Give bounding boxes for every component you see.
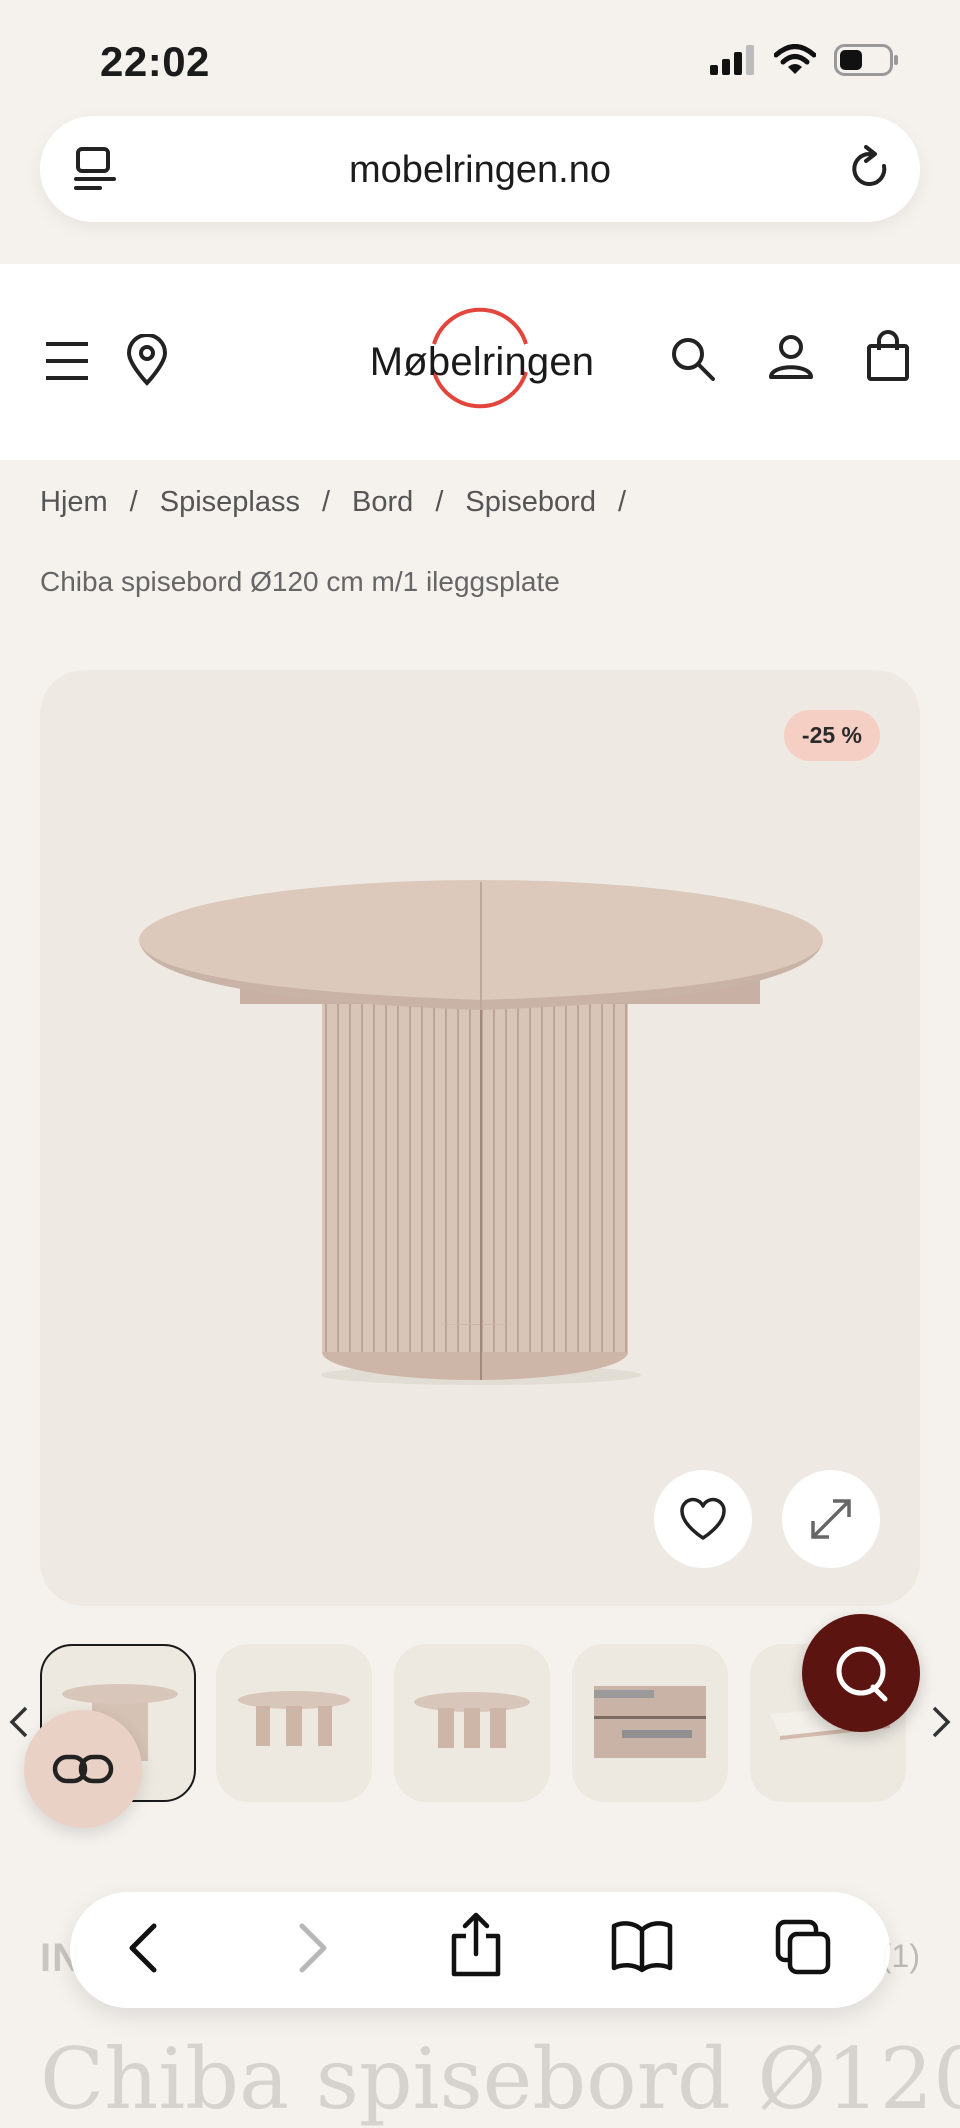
status-bar: 22:02 xyxy=(0,0,960,115)
heart-icon xyxy=(680,1497,726,1540)
thumbnail-image xyxy=(594,1686,706,1758)
cart-icon[interactable] xyxy=(866,330,910,382)
product-image-table xyxy=(139,880,823,1385)
thumbnail-4[interactable] xyxy=(572,1644,728,1802)
status-icons xyxy=(710,44,900,76)
thumbnail-2[interactable] xyxy=(216,1644,372,1802)
status-time: 22:02 xyxy=(100,38,210,85)
thumbnail-3[interactable] xyxy=(394,1644,550,1802)
expand-icon xyxy=(811,1499,851,1539)
breadcrumb-link-home[interactable]: Hjem xyxy=(40,486,108,519)
browser-toolbar xyxy=(70,1892,890,2008)
chevron-right-icon[interactable] xyxy=(930,1704,952,1740)
search-icon[interactable] xyxy=(670,336,716,382)
thumbnail-image xyxy=(238,1691,350,1746)
wifi-icon xyxy=(774,44,816,74)
chat-icon xyxy=(836,1646,888,1702)
bookmarks-icon[interactable] xyxy=(610,1918,674,1974)
breadcrumb-link-bord[interactable]: Bord xyxy=(352,486,413,519)
discount-badge: -25 % xyxy=(783,710,880,761)
expand-image-button[interactable] xyxy=(782,1470,880,1568)
favorite-button[interactable] xyxy=(654,1470,752,1568)
forward-icon[interactable] xyxy=(292,1918,332,1978)
site-header: Møbelringen xyxy=(0,264,960,460)
cellular-signal-icon xyxy=(710,45,754,75)
menu-icon[interactable] xyxy=(44,340,90,382)
site-logo[interactable]: Møbelringen xyxy=(356,300,608,424)
back-icon[interactable] xyxy=(124,1918,164,1978)
breadcrumb-link-spisebord[interactable]: Spisebord xyxy=(465,486,596,519)
logo-wordmark: Møbelringen xyxy=(369,340,595,384)
product-image-gallery[interactable]: -25 % xyxy=(40,670,920,1606)
account-icon[interactable] xyxy=(768,334,814,380)
breadcrumb-separator: / xyxy=(321,486,331,518)
thumbnail-image xyxy=(414,1692,530,1748)
breadcrumb-separator: / xyxy=(435,486,444,518)
compare-icon xyxy=(52,1754,114,1784)
breadcrumb: Hjem / Spiseplass / Bord / Spisebord / xyxy=(40,486,630,519)
product-title: Chiba spisebord Ø120 xyxy=(40,2030,960,2128)
reload-icon[interactable] xyxy=(848,144,894,194)
breadcrumb-separator: / xyxy=(129,486,138,518)
address-bar[interactable]: mobelringen.no xyxy=(40,116,920,222)
share-icon[interactable] xyxy=(448,1912,504,1978)
battery-icon xyxy=(834,44,898,76)
tabs-icon[interactable] xyxy=(774,1918,834,1978)
chevron-left-icon[interactable] xyxy=(8,1704,30,1740)
url-text[interactable]: mobelringen.no xyxy=(40,149,920,192)
breadcrumb-current: Chiba spisebord Ø120 cm m/1 ileggsplate xyxy=(40,566,560,597)
breadcrumb-link-spiseplass[interactable]: Spiseplass xyxy=(160,486,300,519)
compare-button[interactable] xyxy=(24,1710,142,1828)
chat-button[interactable] xyxy=(802,1614,920,1732)
breadcrumb-separator: / xyxy=(617,486,627,518)
location-icon[interactable] xyxy=(126,334,168,386)
